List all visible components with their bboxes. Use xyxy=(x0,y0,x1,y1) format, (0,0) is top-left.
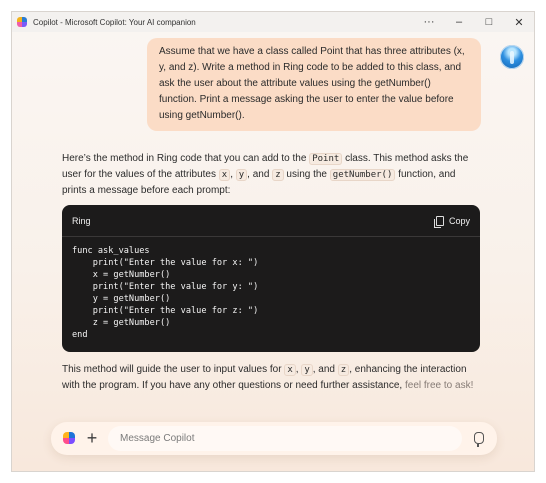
microphone-icon[interactable] xyxy=(474,432,484,447)
copilot-window: Copilot - Microsoft Copilot: Your AI com… xyxy=(11,11,535,472)
inline-code-x: x xyxy=(284,364,296,376)
plus-icon[interactable]: + xyxy=(83,428,101,448)
inline-code-y: y xyxy=(235,169,248,181)
maximize-button[interactable]: □ xyxy=(474,12,504,32)
response-text: , xyxy=(230,169,233,180)
assistant-response-intro: Here’s the method in Ring code that you … xyxy=(62,151,482,199)
response-text: This method will guide the user to input… xyxy=(62,364,282,375)
user-avatar-icon[interactable] xyxy=(500,45,524,69)
response-text: , xyxy=(295,364,299,375)
response-text-faded: feel free to ask! xyxy=(404,380,474,391)
code-block-header: Ring Copy xyxy=(62,205,480,237)
copilot-logo-icon[interactable] xyxy=(63,432,75,444)
response-text: , and xyxy=(312,364,335,375)
inline-code-getnumber: getNumber() xyxy=(329,169,396,181)
inline-code-z: z xyxy=(272,169,284,181)
minimize-button[interactable]: – xyxy=(444,12,474,32)
close-button[interactable]: ✕ xyxy=(504,12,534,32)
response-text: , and xyxy=(247,169,270,180)
user-message-text: Assume that we have a class called Point… xyxy=(159,46,465,121)
code-block: Ring Copy func ask_values print("Enter t… xyxy=(62,205,480,352)
copy-label: Copy xyxy=(448,215,470,226)
inline-code-x: x xyxy=(218,169,231,181)
copy-code-button[interactable]: Copy xyxy=(433,215,470,228)
more-options-button[interactable]: ··· xyxy=(414,12,444,32)
title-bar: Copilot - Microsoft Copilot: Your AI com… xyxy=(12,12,534,32)
assistant-response-outro: This method will guide the user to input… xyxy=(62,362,482,394)
message-composer: + xyxy=(51,422,497,455)
message-input-wrapper xyxy=(108,426,462,451)
copy-icon xyxy=(433,215,444,228)
inline-code-y: y xyxy=(301,364,313,376)
user-message-bubble: Assume that we have a class called Point… xyxy=(147,38,481,131)
copilot-app-icon xyxy=(17,17,27,27)
response-text: Here’s the method in Ring code that you … xyxy=(62,153,307,164)
window-title: Copilot - Microsoft Copilot: Your AI com… xyxy=(33,17,196,27)
code-language-label: Ring xyxy=(72,215,91,226)
response-text: using the xyxy=(286,169,327,180)
inline-code-point: Point xyxy=(309,153,343,165)
message-input[interactable] xyxy=(118,432,462,445)
inline-code-z: z xyxy=(337,364,350,376)
code-content: func ask_values print("Enter the value f… xyxy=(72,246,259,340)
